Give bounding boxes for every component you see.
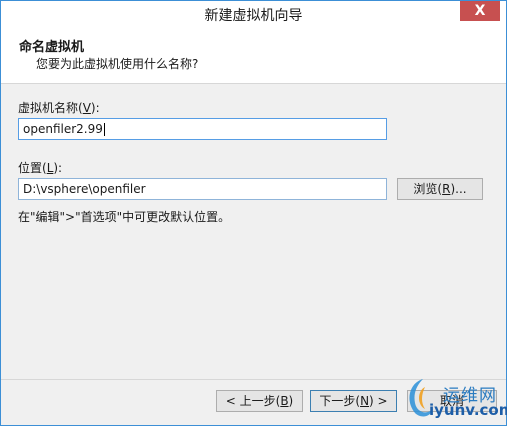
text-caret — [103, 123, 105, 136]
back-button[interactable]: < 上一步(B) — [216, 390, 303, 412]
vm-name-value: openfiler2.99 — [23, 122, 103, 136]
location-label: 位置(L): — [18, 161, 63, 175]
location-value: D:\vsphere\openfiler — [23, 182, 146, 196]
close-icon: X — [474, 3, 486, 19]
new-vm-wizard-window: 新建虚拟机向导 X 命名虚拟机 您要为此虚拟机使用什么名称? 虚拟机名称(V):… — [0, 0, 507, 426]
browse-button[interactable]: 浏览(R)... — [397, 178, 483, 200]
wizard-header: 命名虚拟机 您要为此虚拟机使用什么名称? — [1, 27, 506, 84]
location-input[interactable]: D:\vsphere\openfiler — [18, 178, 387, 200]
watermark-logo: 运维网 iyunv.com — [403, 375, 507, 425]
page-title: 命名虚拟机 — [19, 40, 85, 55]
next-button[interactable]: 下一步(N) > — [310, 390, 397, 412]
window-title: 新建虚拟机向导 — [204, 8, 303, 24]
close-button[interactable]: X — [460, 1, 500, 21]
watermark-en-text: iyunv.com — [429, 401, 507, 419]
vm-name-input[interactable]: openfiler2.99 — [18, 118, 387, 140]
vm-name-label: 虚拟机名称(V): — [18, 101, 100, 115]
title-bar[interactable]: 新建虚拟机向导 X — [1, 1, 506, 27]
page-subtitle: 您要为此虚拟机使用什么名称? — [36, 57, 199, 71]
location-hint: 在"编辑">"首选项"中可更改默认位置。 — [18, 210, 231, 224]
